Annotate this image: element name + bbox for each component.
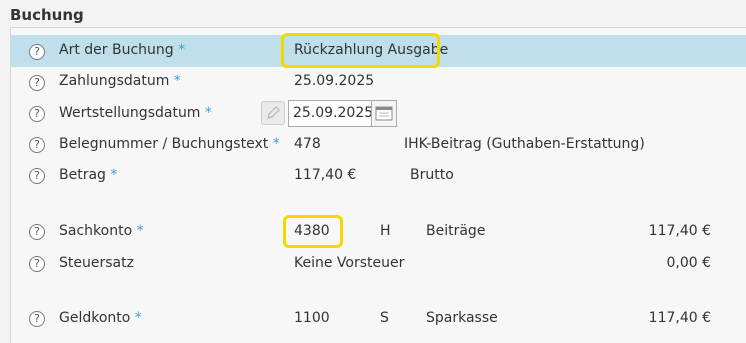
- amount-label-text: Betrag: [59, 167, 106, 183]
- tax-rate-label: Steuersatz: [59, 255, 134, 271]
- payment-date-label: Zahlungsdatum *: [59, 73, 181, 89]
- cash-account-side: S: [380, 310, 389, 326]
- ledger-account-name: Beiträge: [426, 223, 486, 239]
- amount-label: Betrag *: [59, 167, 117, 183]
- ledger-account-amount: 117,40 €: [648, 223, 711, 239]
- value-date-input[interactable]: 25.09.2025: [288, 100, 373, 127]
- help-icon[interactable]: ?: [29, 106, 45, 122]
- value-date-label: Wertstellungsdatum *: [59, 105, 212, 121]
- callout-highlight: [281, 33, 440, 68]
- tax-rate-value: Keine Vorsteuer: [294, 255, 405, 271]
- help-icon[interactable]: ?: [29, 137, 45, 153]
- edit-button[interactable]: [261, 101, 285, 125]
- booking-text-value: IHK-Beitrag (Guthaben-Erstattung): [404, 136, 645, 152]
- help-icon[interactable]: ?: [29, 168, 45, 184]
- booking-type-label: Art der Buchung *: [59, 42, 185, 58]
- required-marker: *: [136, 223, 144, 239]
- calendar-button[interactable]: [371, 100, 397, 127]
- value-date-label-text: Wertstellungsdatum: [59, 105, 201, 121]
- document-number-label: Belegnummer / Buchungstext *: [59, 136, 280, 152]
- required-marker: *: [178, 42, 186, 58]
- payment-date-label-text: Zahlungsdatum: [59, 73, 170, 89]
- required-marker: *: [204, 105, 212, 121]
- calendar-icon: [375, 106, 393, 121]
- document-number-label-text: Belegnummer / Buchungstext: [59, 136, 269, 152]
- required-marker: *: [272, 136, 280, 152]
- payment-date-value: 25.09.2025: [294, 73, 375, 89]
- cash-account-amount: 117,40 €: [648, 310, 711, 326]
- cash-account-label-text: Geldkonto: [59, 310, 131, 326]
- document-number-value: 478: [294, 136, 321, 152]
- section-title: Buchung: [10, 6, 84, 24]
- cash-account-label: Geldkonto *: [59, 310, 142, 326]
- amount-type: Brutto: [410, 167, 454, 183]
- help-icon[interactable]: ?: [29, 44, 45, 60]
- required-marker: *: [110, 167, 118, 183]
- help-icon[interactable]: ?: [29, 75, 45, 91]
- ledger-account-label: Sachkonto *: [59, 223, 144, 239]
- booking-type-label-text: Art der Buchung: [59, 42, 174, 58]
- ledger-account-side: H: [380, 223, 391, 239]
- help-icon[interactable]: ?: [29, 224, 45, 240]
- cash-account-number: 1100: [294, 310, 330, 326]
- tax-amount: 0,00 €: [666, 255, 711, 271]
- pencil-icon: [267, 106, 280, 119]
- amount-value: 117,40 €: [294, 167, 357, 183]
- help-icon[interactable]: ?: [29, 311, 45, 327]
- required-marker: *: [134, 310, 142, 326]
- callout-highlight: [283, 215, 343, 248]
- help-icon[interactable]: ?: [29, 256, 45, 272]
- required-marker: *: [173, 73, 181, 89]
- ledger-account-label-text: Sachkonto: [59, 223, 133, 239]
- cash-account-name: Sparkasse: [426, 310, 498, 326]
